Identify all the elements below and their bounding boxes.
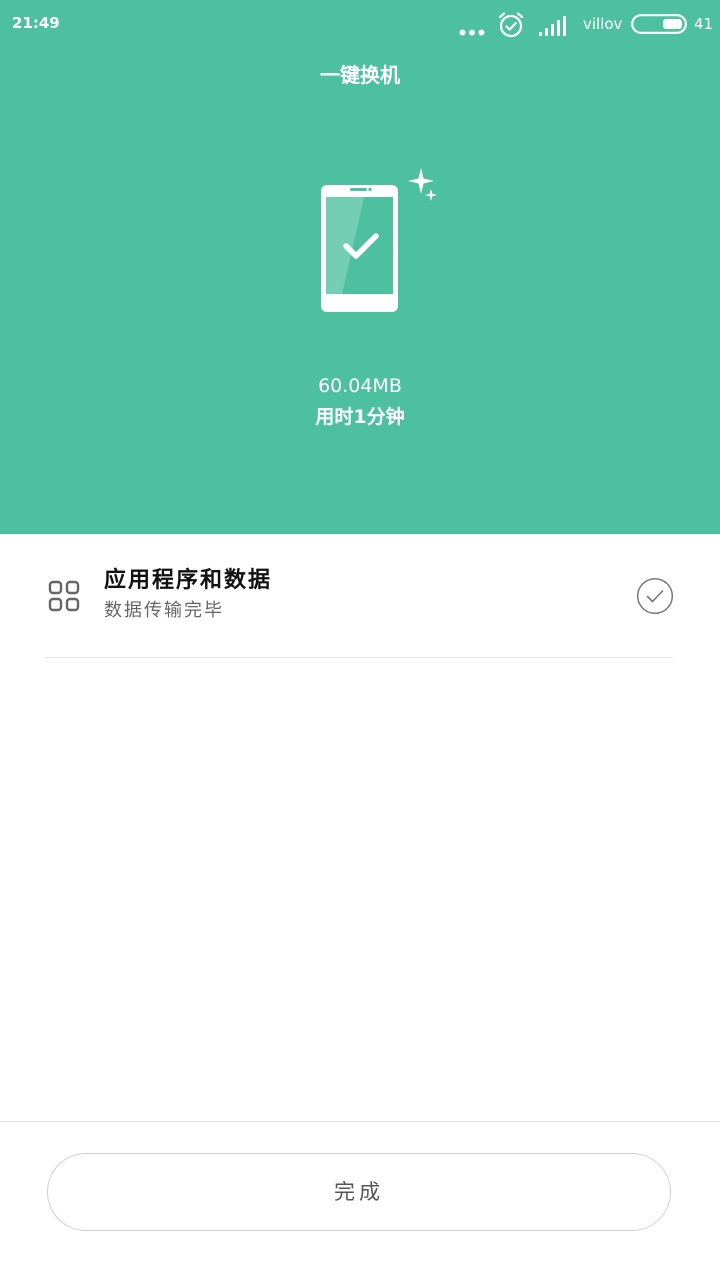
signal-icon	[539, 16, 566, 36]
item-subtitle: 数据传输完毕	[104, 600, 224, 621]
apps-grid-icon	[48, 580, 80, 612]
battery-icon	[631, 14, 687, 34]
list-item-apps-data: 应用程序和数据 数据传输完毕	[0, 534, 720, 658]
list-divider	[45, 657, 673, 658]
page-title: 一键换机	[320, 63, 400, 87]
status-time: 21:49	[12, 14, 60, 32]
transfer-size: 60.04MB	[318, 375, 402, 397]
status-bar: 21:49 villov 41	[0, 0, 720, 48]
header: 21:49 villov 41 一键换机 60.04MB 用时1分钟	[0, 0, 720, 534]
phone-check-icon	[321, 168, 437, 312]
transfer-time: 用时1分钟	[315, 406, 405, 428]
check-circle-icon	[636, 577, 674, 615]
alarm-clock-icon	[498, 12, 524, 38]
item-title: 应用程序和数据	[104, 568, 273, 593]
status-carrier: villov	[583, 15, 623, 33]
battery-level: 41	[694, 15, 714, 33]
done-button[interactable]: 完成	[47, 1153, 671, 1231]
more-dots-icon	[459, 29, 485, 36]
footer-divider	[0, 1121, 720, 1122]
screen: 21:49 villov 41 一键换机 60.04MB 用时1分钟 应用程序和…	[0, 0, 720, 1280]
